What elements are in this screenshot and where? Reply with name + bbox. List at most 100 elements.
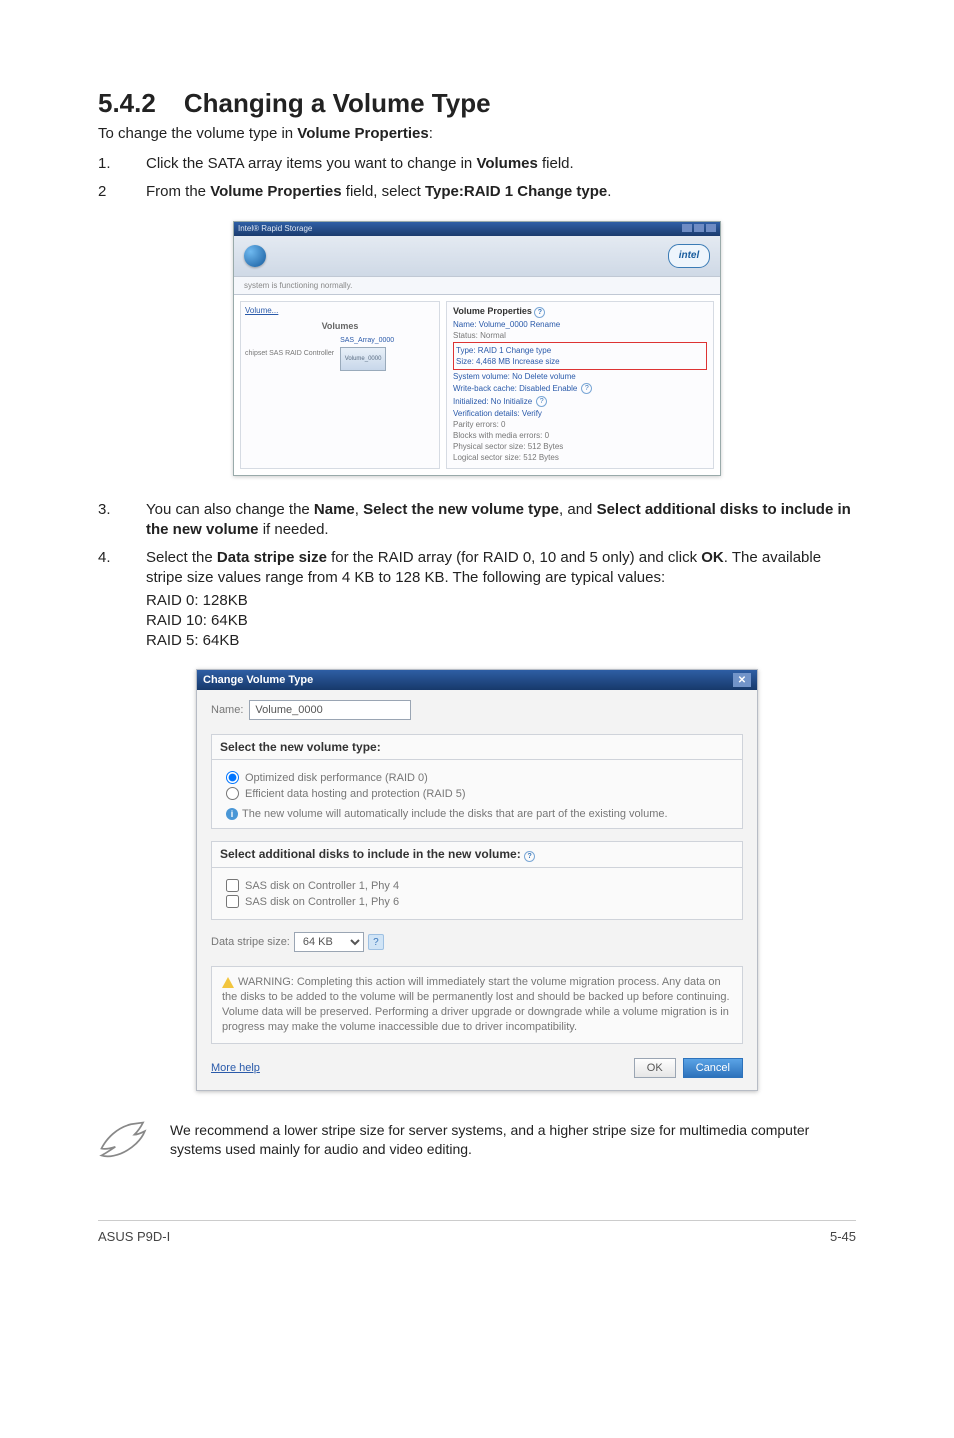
note-text: We recommend a lower stripe size for ser… bbox=[170, 1119, 856, 1159]
vp-sys[interactable]: System volume: No Delete volume bbox=[453, 372, 707, 381]
step-1-text-a: Click the SATA array items you want to c… bbox=[146, 155, 476, 172]
vp-verify[interactable]: Verification details: Verify bbox=[453, 409, 707, 418]
step-3-text-d: if needed. bbox=[259, 521, 329, 538]
irst-right-panel: Volume Properties ? Name: Volume_0000 Re… bbox=[446, 301, 714, 469]
warning-text: WARNING: Completing this action will imm… bbox=[222, 976, 730, 1033]
type-highlight-box: Type: RAID 1 Change type Size: 4,468 MB … bbox=[453, 342, 707, 370]
note-block: We recommend a lower stripe size for ser… bbox=[98, 1119, 856, 1164]
stripe-label: Data stripe size: bbox=[211, 936, 290, 948]
vp-blocks: Blocks with media errors: 0 bbox=[453, 431, 707, 440]
vp-size[interactable]: Size: 4,468 MB Increase size bbox=[456, 357, 704, 366]
raid0-radio[interactable] bbox=[226, 771, 239, 784]
step-2: 2 From the Volume Properties field, sele… bbox=[98, 182, 856, 202]
drive-icon[interactable]: Volume_0000 bbox=[340, 347, 386, 371]
raid5-label: Efficient data hosting and protection (R… bbox=[245, 788, 466, 800]
irst-window: Intel® Rapid Storage intel system is fun… bbox=[233, 221, 721, 476]
warning-box: WARNING: Completing this action will imm… bbox=[211, 966, 743, 1043]
more-help-link[interactable]: More help bbox=[211, 1062, 260, 1074]
vp-init[interactable]: Initialized: No Initialize ? bbox=[453, 396, 707, 407]
help-icon[interactable]: ? bbox=[581, 383, 592, 394]
disk1-label: SAS disk on Controller 1, Phy 4 bbox=[245, 880, 399, 892]
stripe-size-select[interactable]: 64 KB bbox=[294, 932, 364, 952]
warning-icon bbox=[222, 977, 234, 988]
intro-prefix: To change the volume type in bbox=[98, 125, 297, 142]
step-2-text-c: . bbox=[607, 183, 611, 200]
vp-name[interactable]: Name: Volume_0000 Rename bbox=[453, 320, 707, 329]
vol-props-title: Volume Properties bbox=[453, 306, 532, 316]
step-1-num: 1. bbox=[98, 154, 146, 174]
change-volume-type-dialog: Change Volume Type ✕ Name: Select the ne… bbox=[196, 669, 758, 1090]
volume-type-group: Select the new volume type: Optimized di… bbox=[211, 734, 743, 829]
page-footer: ASUS P9D-I 5-45 bbox=[98, 1220, 856, 1244]
vp-parity: Parity errors: 0 bbox=[453, 420, 707, 429]
step-2-bold-b: Type:RAID 1 Change type bbox=[425, 183, 607, 200]
help-icon[interactable]: ? bbox=[524, 851, 535, 862]
intel-badge: intel bbox=[668, 244, 710, 268]
step-2-text-a: From the bbox=[146, 183, 210, 200]
step-4-bold-a: Data stripe size bbox=[217, 549, 327, 566]
raid5-line: RAID 5: 64KB bbox=[146, 631, 856, 651]
vp-wb[interactable]: Write-back cache: Disabled Enable ? bbox=[453, 383, 707, 394]
step-4-text-b: for the RAID array (for RAID 0, 10 and 5… bbox=[327, 549, 701, 566]
step-3-text-b: , bbox=[355, 501, 363, 518]
step-3-text-c: , and bbox=[559, 501, 597, 518]
section-title-text: Changing a Volume Type bbox=[184, 88, 491, 118]
disk2-label: SAS disk on Controller 1, Phy 6 bbox=[245, 896, 399, 908]
cvt-titlebar: Change Volume Type ✕ bbox=[197, 670, 757, 690]
step-4: 4. Select the Data stripe size for the R… bbox=[98, 548, 856, 651]
vp-log: Logical sector size: 512 Bytes bbox=[453, 453, 707, 462]
array-name[interactable]: SAS_Array_0000 bbox=[340, 337, 394, 344]
step-1: 1. Click the SATA array items you want t… bbox=[98, 154, 856, 174]
step-2-text-b: field, select bbox=[342, 183, 425, 200]
drive-label: Volume_0000 bbox=[345, 356, 382, 362]
raid0-label: Optimized disk performance (RAID 0) bbox=[245, 772, 428, 784]
vp-status: Status: Normal bbox=[453, 331, 707, 340]
close-icon[interactable]: ✕ bbox=[733, 673, 751, 687]
vp-phys: Physical sector size: 512 Bytes bbox=[453, 442, 707, 451]
vp-type[interactable]: Type: RAID 1 Change type bbox=[456, 346, 704, 355]
step-1-text-b: field. bbox=[538, 155, 574, 172]
ok-button[interactable]: OK bbox=[634, 1058, 676, 1078]
irst-title: Intel® Rapid Storage bbox=[238, 224, 312, 233]
additional-disks-header: Select additional disks to include in th… bbox=[212, 842, 742, 868]
step-3-bold-a: Name bbox=[314, 501, 355, 518]
window-controls[interactable] bbox=[680, 224, 716, 234]
intro-bold: Volume Properties bbox=[297, 125, 428, 142]
step-4-num: 4. bbox=[98, 548, 146, 651]
disk2-checkbox[interactable] bbox=[226, 895, 239, 908]
volume-type-header: Select the new volume type: bbox=[212, 735, 742, 760]
step-2-bold-a: Volume Properties bbox=[210, 183, 341, 200]
step-3-text-a: You can also change the bbox=[146, 501, 314, 518]
cancel-button[interactable]: Cancel bbox=[683, 1058, 743, 1078]
help-icon[interactable]: ? bbox=[536, 396, 547, 407]
irst-left-panel: Volume... Volumes chipset SAS RAID Contr… bbox=[240, 301, 440, 469]
name-label: Name: bbox=[211, 704, 243, 716]
section-number: 5.4.2 bbox=[98, 88, 156, 118]
controller-label: chipset SAS RAID Controller bbox=[245, 350, 334, 357]
help-icon[interactable]: ? bbox=[534, 307, 545, 318]
raid0-line: RAID 0: 128KB bbox=[146, 591, 856, 611]
step-3-num: 3. bbox=[98, 500, 146, 541]
note-icon bbox=[98, 1119, 150, 1164]
step-4-bold-b: OK bbox=[701, 549, 724, 566]
footer-left: ASUS P9D-I bbox=[98, 1229, 170, 1244]
step-4-text-a: Select the bbox=[146, 549, 217, 566]
additional-disks-group: Select additional disks to include in th… bbox=[211, 841, 743, 920]
irst-status-line: system is functioning normally. bbox=[234, 276, 720, 295]
intro-line: To change the volume type in Volume Prop… bbox=[98, 125, 856, 142]
stripe-help-icon[interactable]: ? bbox=[368, 934, 384, 950]
raid5-radio[interactable] bbox=[226, 787, 239, 800]
info-text: The new volume will automatically includ… bbox=[242, 808, 668, 820]
irst-titlebar: Intel® Rapid Storage bbox=[234, 222, 720, 236]
intro-suffix: : bbox=[429, 125, 433, 142]
name-input[interactable] bbox=[249, 700, 411, 720]
step-3-bold-b: Select the new volume type bbox=[363, 501, 559, 518]
disk1-checkbox[interactable] bbox=[226, 879, 239, 892]
volume-link[interactable]: Volume... bbox=[245, 306, 435, 315]
step-2-num: 2 bbox=[98, 182, 146, 202]
volumes-header: Volumes bbox=[245, 321, 435, 331]
cvt-title: Change Volume Type bbox=[203, 674, 313, 686]
step-3: 3. You can also change the Name, Select … bbox=[98, 500, 856, 541]
irst-logo-icon bbox=[244, 245, 266, 267]
irst-header: intel bbox=[234, 236, 720, 276]
